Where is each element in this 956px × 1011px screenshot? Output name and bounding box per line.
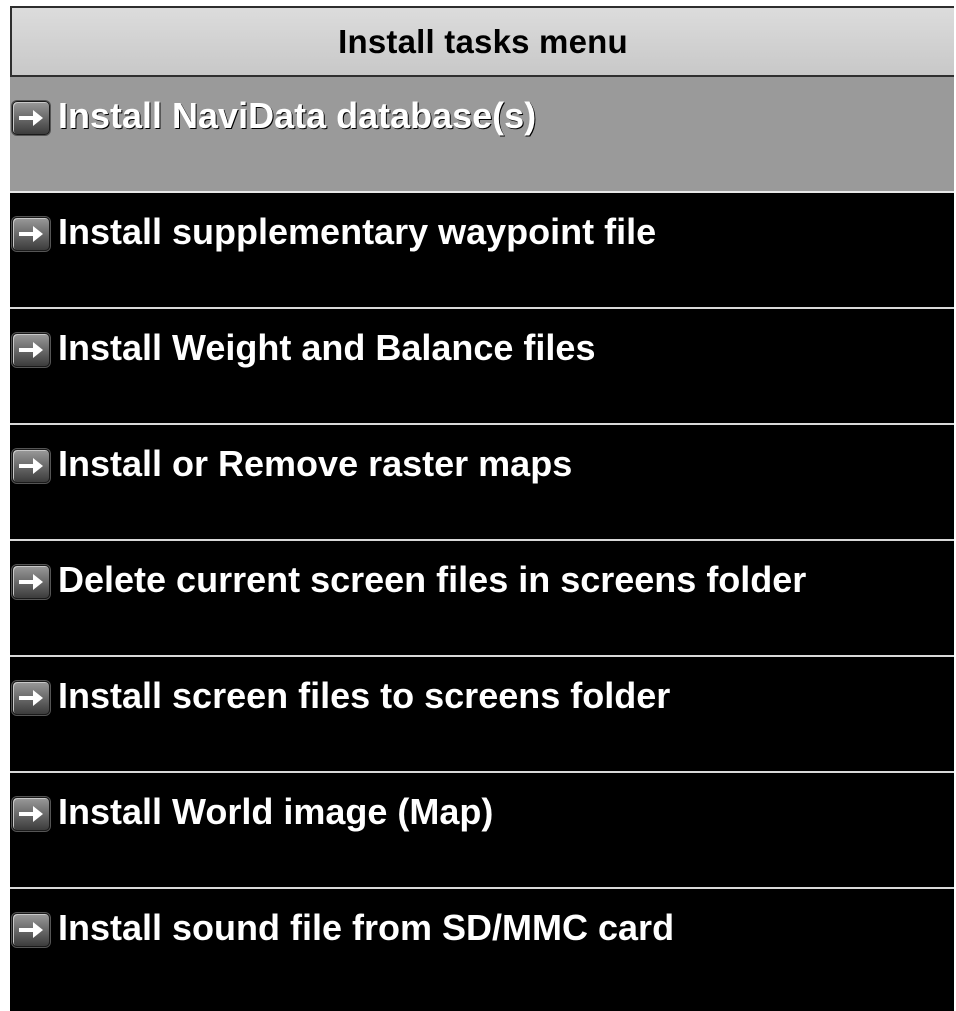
menu-list: Install NaviData database(s) Install sup…	[10, 77, 954, 1005]
menu-item-install-waypoint-file[interactable]: Install supplementary waypoint file	[10, 193, 954, 309]
menu-item-label: Install Weight and Balance files	[58, 327, 596, 368]
arrow-right-icon	[12, 333, 50, 367]
menu-header: Install tasks menu	[10, 6, 954, 77]
page-title: Install tasks menu	[338, 22, 628, 60]
menu-item-install-screen-files[interactable]: Install screen files to screens folder	[10, 657, 954, 773]
menu-item-label: Install screen files to screens folder	[58, 675, 671, 716]
menu-item-install-weight-balance[interactable]: Install Weight and Balance files	[10, 309, 954, 425]
arrow-right-icon	[12, 681, 50, 715]
arrow-right-icon	[12, 101, 50, 135]
menu-item-label: Install supplementary waypoint file	[58, 211, 657, 252]
arrow-right-icon	[12, 913, 50, 947]
menu-item-install-sound-file[interactable]: Install sound file from SD/MMC card	[10, 889, 954, 1005]
menu-item-install-navidata[interactable]: Install NaviData database(s)	[10, 77, 954, 193]
arrow-right-icon	[12, 449, 50, 483]
arrow-right-icon	[12, 797, 50, 831]
menu-item-delete-screen-files[interactable]: Delete current screen files in screens f…	[10, 541, 954, 657]
menu-item-raster-maps[interactable]: Install or Remove raster maps	[10, 425, 954, 541]
arrow-right-icon	[12, 217, 50, 251]
arrow-right-icon	[12, 565, 50, 599]
menu-item-label: Install NaviData database(s)	[58, 95, 537, 136]
menu-item-label: Install or Remove raster maps	[58, 443, 573, 484]
install-tasks-window: Install tasks menu Install NaviData data…	[10, 6, 954, 1011]
menu-item-install-world-image[interactable]: Install World image (Map)	[10, 773, 954, 889]
menu-item-label: Install sound file from SD/MMC card	[58, 907, 675, 948]
menu-item-label: Install World image (Map)	[58, 791, 494, 832]
menu-item-label: Delete current screen files in screens f…	[58, 559, 807, 600]
